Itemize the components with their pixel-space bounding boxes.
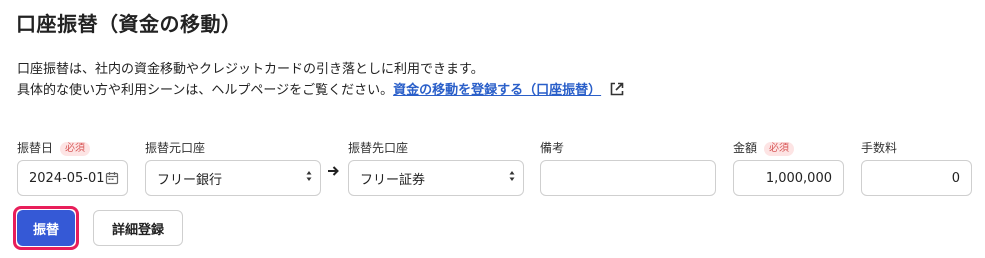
memo-label: 備考: [540, 141, 565, 155]
date-label: 振替日 必須: [17, 139, 91, 156]
page-title: 口座振替（資金の移動）: [16, 12, 242, 36]
to-account-select[interactable]: フリー証券: [348, 160, 524, 196]
fee-input[interactable]: 0: [861, 160, 972, 196]
highlight-outline: [13, 206, 79, 250]
description: 口座振替は、社内の資金移動やクレジットカードの引き落としに利用できます。 具体的…: [17, 59, 625, 104]
date-value: 2024-05-01: [29, 170, 105, 186]
memo-input[interactable]: [540, 160, 716, 196]
arrow-right-icon: [326, 163, 340, 182]
calendar-icon[interactable]: [105, 171, 119, 185]
description-line-2-text: 具体的な使い方や利用シーンは、ヘルプページをご覧ください。: [17, 83, 394, 98]
description-line-1: 口座振替は、社内の資金移動やクレジットカードの引き落としに利用できます。: [17, 62, 484, 77]
required-badge: 必須: [764, 142, 795, 156]
help-link[interactable]: 資金の移動を登録する（口座振替）: [393, 83, 601, 98]
fee-label: 手数料: [861, 141, 898, 155]
amount-value: 1,000,000: [765, 170, 832, 186]
to-account-value: フリー証券: [360, 172, 426, 188]
to-account-label: 振替先口座: [348, 141, 409, 155]
fee-value: 0: [951, 170, 960, 186]
amount-label: 金額 必須: [733, 139, 795, 156]
external-link-icon[interactable]: [609, 81, 625, 104]
date-input[interactable]: 2024-05-01: [17, 160, 128, 196]
description-line-2: 具体的な使い方や利用シーンは、ヘルプページをご覧ください。資金の移動を登録する（…: [17, 80, 625, 104]
amount-input[interactable]: 1,000,000: [733, 160, 844, 196]
select-arrows-icon: [509, 170, 515, 186]
detail-register-button[interactable]: 詳細登録: [93, 210, 183, 246]
from-account-label: 振替元口座: [145, 141, 206, 155]
required-badge: 必須: [60, 142, 91, 156]
from-account-select[interactable]: フリー銀行: [145, 160, 321, 196]
select-arrows-icon: [306, 170, 312, 186]
from-account-value: フリー銀行: [157, 172, 223, 188]
